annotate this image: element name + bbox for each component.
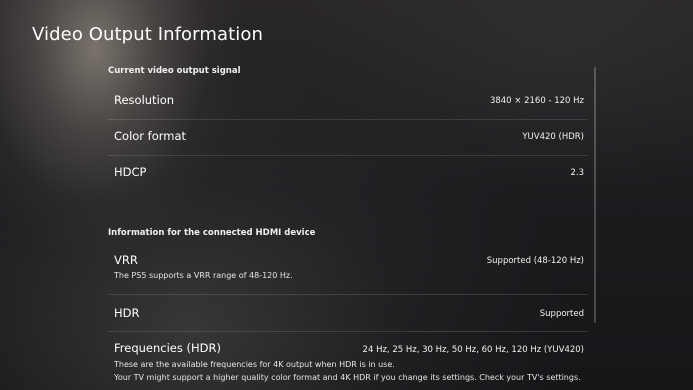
row-label: Resolution [114, 93, 175, 107]
row-value: 24 Hz, 25 Hz, 30 Hz, 50 Hz, 60 Hz, 120 H… [362, 345, 584, 355]
row-label: Color format [114, 129, 187, 143]
row-label: HDCP [114, 165, 147, 179]
row-resolution[interactable]: Resolution 3840 × 2160 - 120 Hz [108, 84, 588, 120]
scrollbar[interactable] [594, 67, 596, 323]
row-value: 2.3 [570, 168, 584, 178]
section-header-hdmi-device: Information for the connected HDMI devic… [108, 228, 316, 238]
row-value: Supported [539, 309, 584, 319]
row-description-line-1: These are the available frequencies for … [114, 360, 395, 369]
row-description: The PS5 supports a VRR range of 48-120 H… [114, 271, 293, 280]
row-color-format[interactable]: Color format YUV420 (HDR) [108, 120, 588, 156]
row-value: Supported (48-120 Hz) [486, 256, 584, 266]
row-label: HDR [114, 306, 140, 320]
row-label: VRR [114, 253, 138, 267]
row-description-line-2: Your TV might support a higher quality c… [114, 373, 581, 382]
row-hdr[interactable]: HDR Supported [108, 295, 588, 332]
section-header-current-signal: Current video output signal [108, 66, 241, 76]
page-title: Video Output Information [32, 24, 263, 45]
row-value: 3840 × 2160 - 120 Hz [489, 96, 584, 106]
row-frequencies-hdr[interactable]: Frequencies (HDR) 24 Hz, 25 Hz, 30 Hz, 5… [108, 332, 588, 390]
row-label: Frequencies (HDR) [114, 341, 221, 355]
row-value: YUV420 (HDR) [522, 132, 584, 142]
row-vrr[interactable]: VRR Supported (48-120 Hz) The PS5 suppor… [108, 245, 588, 295]
row-hdcp[interactable]: HDCP 2.3 [108, 156, 588, 192]
